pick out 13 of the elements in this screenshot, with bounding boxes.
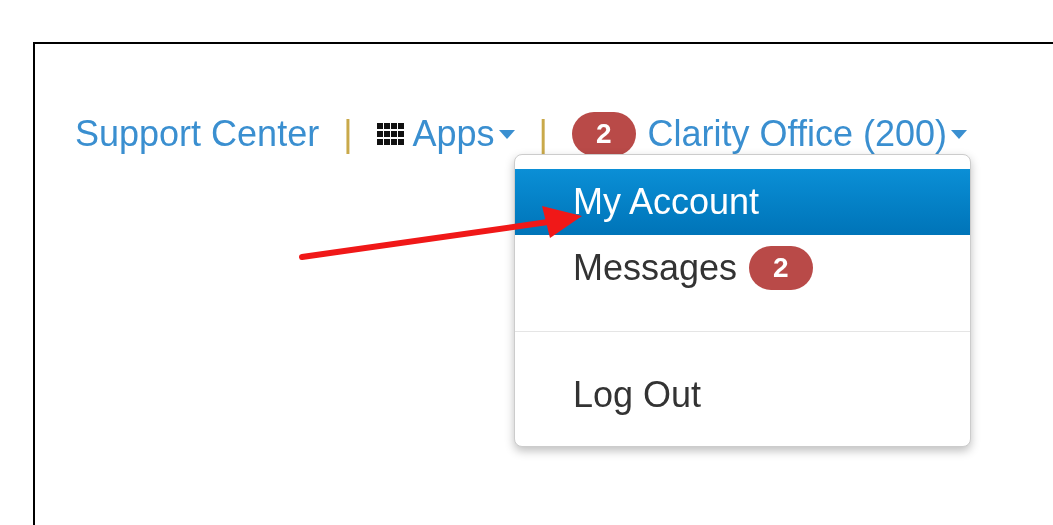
account-menu[interactable]: Clarity Office (200) (647, 116, 967, 152)
caret-icon (950, 129, 967, 139)
menu-item[interactable]: Log Out (514, 362, 970, 428)
messages-count-badge: 2 (749, 246, 813, 290)
menu-item[interactable]: Messages 2 (514, 235, 970, 301)
notification-badge: 2 (571, 112, 636, 156)
menu-item[interactable]: My Account (514, 169, 970, 235)
apps-menu[interactable]: Apps (376, 116, 515, 152)
caret-icon (498, 129, 515, 139)
separator: | (538, 116, 548, 152)
separator: | (343, 116, 353, 152)
grid-icon (376, 122, 405, 146)
support-link[interactable]: Support Center (75, 116, 320, 152)
